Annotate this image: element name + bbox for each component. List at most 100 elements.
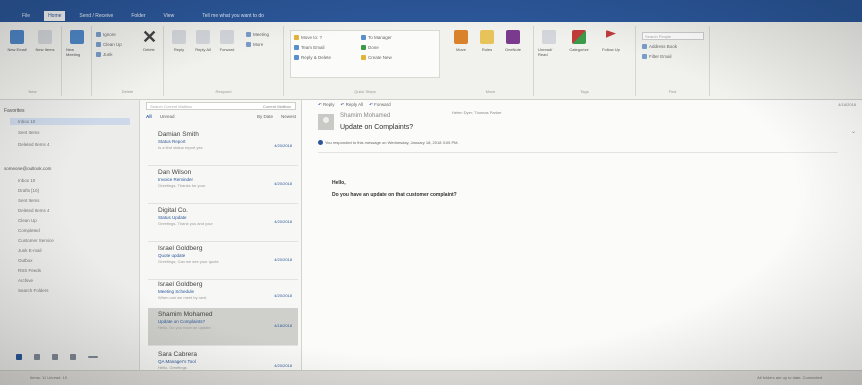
folder-rss[interactable]: RSS Feeds xyxy=(18,268,41,273)
new-email-button[interactable]: New Email xyxy=(6,30,28,52)
sort-by-date[interactable]: By Date xyxy=(257,114,273,122)
rules-button[interactable]: Rules xyxy=(476,30,498,52)
find-group-label: Find xyxy=(668,89,677,94)
skype-meeting-icon xyxy=(70,30,84,44)
mailbox-search-input[interactable]: Search Current Mailbox Current Mailbox xyxy=(146,102,296,110)
people-icon[interactable] xyxy=(52,354,58,360)
filter-icon xyxy=(642,54,647,59)
folder-inbox[interactable]: Inbox 10 xyxy=(18,178,35,183)
reply-all-icon xyxy=(196,30,210,44)
reply-button[interactable]: Reply xyxy=(168,30,190,52)
ignore-button[interactable]: Ignore xyxy=(96,32,116,37)
search-people-input[interactable]: Search People xyxy=(642,32,704,40)
tags-group-label: Tags xyxy=(580,89,589,94)
junk-icon xyxy=(96,52,101,57)
new-meeting-button[interactable]: New Meeting xyxy=(66,30,88,57)
folder-completed[interactable]: Completed xyxy=(18,228,40,233)
message-sender: Shamim Mohamed xyxy=(158,311,213,318)
onenote-button[interactable]: OneNote xyxy=(502,30,524,52)
reply-action[interactable]: Reply xyxy=(318,102,335,108)
new-group: New Email New Items New xyxy=(4,26,62,96)
mail-icon[interactable] xyxy=(16,354,22,360)
junk-button[interactable]: Junk xyxy=(96,52,113,57)
folder-inbox-favorite[interactable]: Inbox 10 xyxy=(10,118,130,125)
delete-button[interactable]: ✕ Delete xyxy=(138,27,160,52)
message-date: 4/20/2018 xyxy=(274,143,292,148)
tasks-icon[interactable] xyxy=(70,354,76,360)
message-sender: Israel Goldberg xyxy=(158,245,203,252)
delete-x-icon: ✕ xyxy=(142,27,158,47)
account-header[interactable]: someone@outlook.com xyxy=(4,166,51,171)
tab-file[interactable]: File xyxy=(18,11,34,21)
meeting-group: New Meeting xyxy=(62,26,92,96)
folder-junk[interactable]: Junk E-mail xyxy=(18,248,42,253)
favorites-header[interactable]: Favorites xyxy=(4,108,25,114)
expand-header-icon[interactable]: ⌄ xyxy=(851,128,856,135)
ribbon: New Email New Items New New Meeting Igno… xyxy=(0,22,862,100)
tab-folder[interactable]: Folder xyxy=(127,11,149,21)
message-item[interactable]: Damian Smith Status Report Is a first st… xyxy=(148,128,298,166)
clean-up-button[interactable]: Clean Up xyxy=(96,42,122,47)
response-info-bar[interactable]: You responded to this message on Wednesd… xyxy=(318,140,459,145)
message-item[interactable]: Dan Wilson Invoice Reminder Greetings, T… xyxy=(148,166,298,204)
filter-all[interactable]: All xyxy=(146,114,152,122)
categorize-button[interactable]: Categorize xyxy=(568,30,590,52)
tell-me-box[interactable]: Tell me what you want to do xyxy=(202,13,264,19)
filter-unread[interactable]: Unread xyxy=(160,114,175,122)
folder-drafts[interactable]: Drafts [10] xyxy=(18,188,39,193)
categorize-icon xyxy=(572,30,586,44)
new-group-label: New xyxy=(28,89,37,94)
tab-view[interactable]: View xyxy=(160,11,179,21)
reading-subject: Update on Complaints? xyxy=(340,124,414,131)
move-button[interactable]: Move xyxy=(450,30,472,52)
message-received-date: 4/18/2018 xyxy=(838,102,856,107)
folder-sent[interactable]: Sent Items xyxy=(18,198,40,203)
respond-group: Reply Reply All Forward Meeting More Res… xyxy=(164,26,284,96)
delete-group-label: Delete xyxy=(121,89,134,94)
calendar-icon[interactable] xyxy=(34,354,40,360)
flag-icon xyxy=(606,30,616,44)
message-sender: Digital Co. xyxy=(158,207,188,214)
tab-send-receive[interactable]: Send / Receive xyxy=(75,11,117,21)
meeting-button[interactable]: Meeting xyxy=(246,32,269,37)
status-counts: Items: 11 Unread: 10 xyxy=(30,375,68,380)
message-sender: Israel Goldberg xyxy=(158,281,203,288)
folder-deleted[interactable]: Deleted Items 4 xyxy=(18,208,50,213)
respond-group-label: Respond xyxy=(215,89,232,94)
reply-all-action[interactable]: Reply All xyxy=(341,102,364,108)
delete-group: Ignore Clean Up Junk ✕ Delete Delete xyxy=(92,26,164,96)
reading-sender[interactable]: Shamim Mohamed xyxy=(340,113,390,119)
address-book-icon xyxy=(642,44,647,49)
folder-sent-favorite[interactable]: Sent Items xyxy=(18,130,40,135)
folder-archive[interactable]: Archive xyxy=(18,278,33,283)
reply-all-button[interactable]: Reply All xyxy=(192,30,214,52)
folder-search[interactable]: Search Folders xyxy=(18,288,49,293)
message-item-selected[interactable]: Shamim Mohamed Update on Complaints? Hel… xyxy=(148,308,298,346)
message-filter-bar: All Unread By Date Newest xyxy=(146,114,296,122)
message-date: 4/18/2018 xyxy=(274,323,292,328)
follow-up-button[interactable]: Follow Up xyxy=(600,30,622,52)
forward-button[interactable]: Forward xyxy=(216,30,238,52)
message-date: 4/20/2018 xyxy=(274,363,292,368)
folder-customer-service[interactable]: Customer Service xyxy=(18,238,54,243)
message-sender: Sara Cabrera xyxy=(158,351,198,358)
address-book-button[interactable]: Address Book xyxy=(642,44,677,49)
forward-action[interactable]: Forward xyxy=(369,102,391,108)
more-nav-icon[interactable] xyxy=(88,356,98,358)
filter-email-button[interactable]: Filter Email xyxy=(642,54,672,59)
onenote-icon xyxy=(506,30,520,44)
new-items-icon xyxy=(38,30,52,44)
sort-order[interactable]: Newest xyxy=(281,114,296,122)
clean-up-icon xyxy=(96,42,101,47)
ribbon-tabs: File Home Send / Receive Folder View Tel… xyxy=(0,10,862,22)
more-respond-button[interactable]: More xyxy=(246,42,263,47)
folder-deleted-favorite[interactable]: Deleted Items 4 xyxy=(18,142,50,147)
message-item[interactable]: Digital Co. Status Update Greetings, Tha… xyxy=(148,204,298,242)
tab-home[interactable]: Home xyxy=(44,11,66,21)
new-items-button[interactable]: New Items xyxy=(34,30,56,52)
unread-read-button[interactable]: Unread/ Read xyxy=(538,30,560,57)
folder-clean-up[interactable]: Clean Up xyxy=(18,218,37,223)
message-item[interactable]: Israel Goldberg Quote update Greetings, … xyxy=(148,242,298,280)
folder-outbox[interactable]: Outbox xyxy=(18,258,33,263)
search-scope[interactable]: Current Mailbox xyxy=(263,103,291,110)
